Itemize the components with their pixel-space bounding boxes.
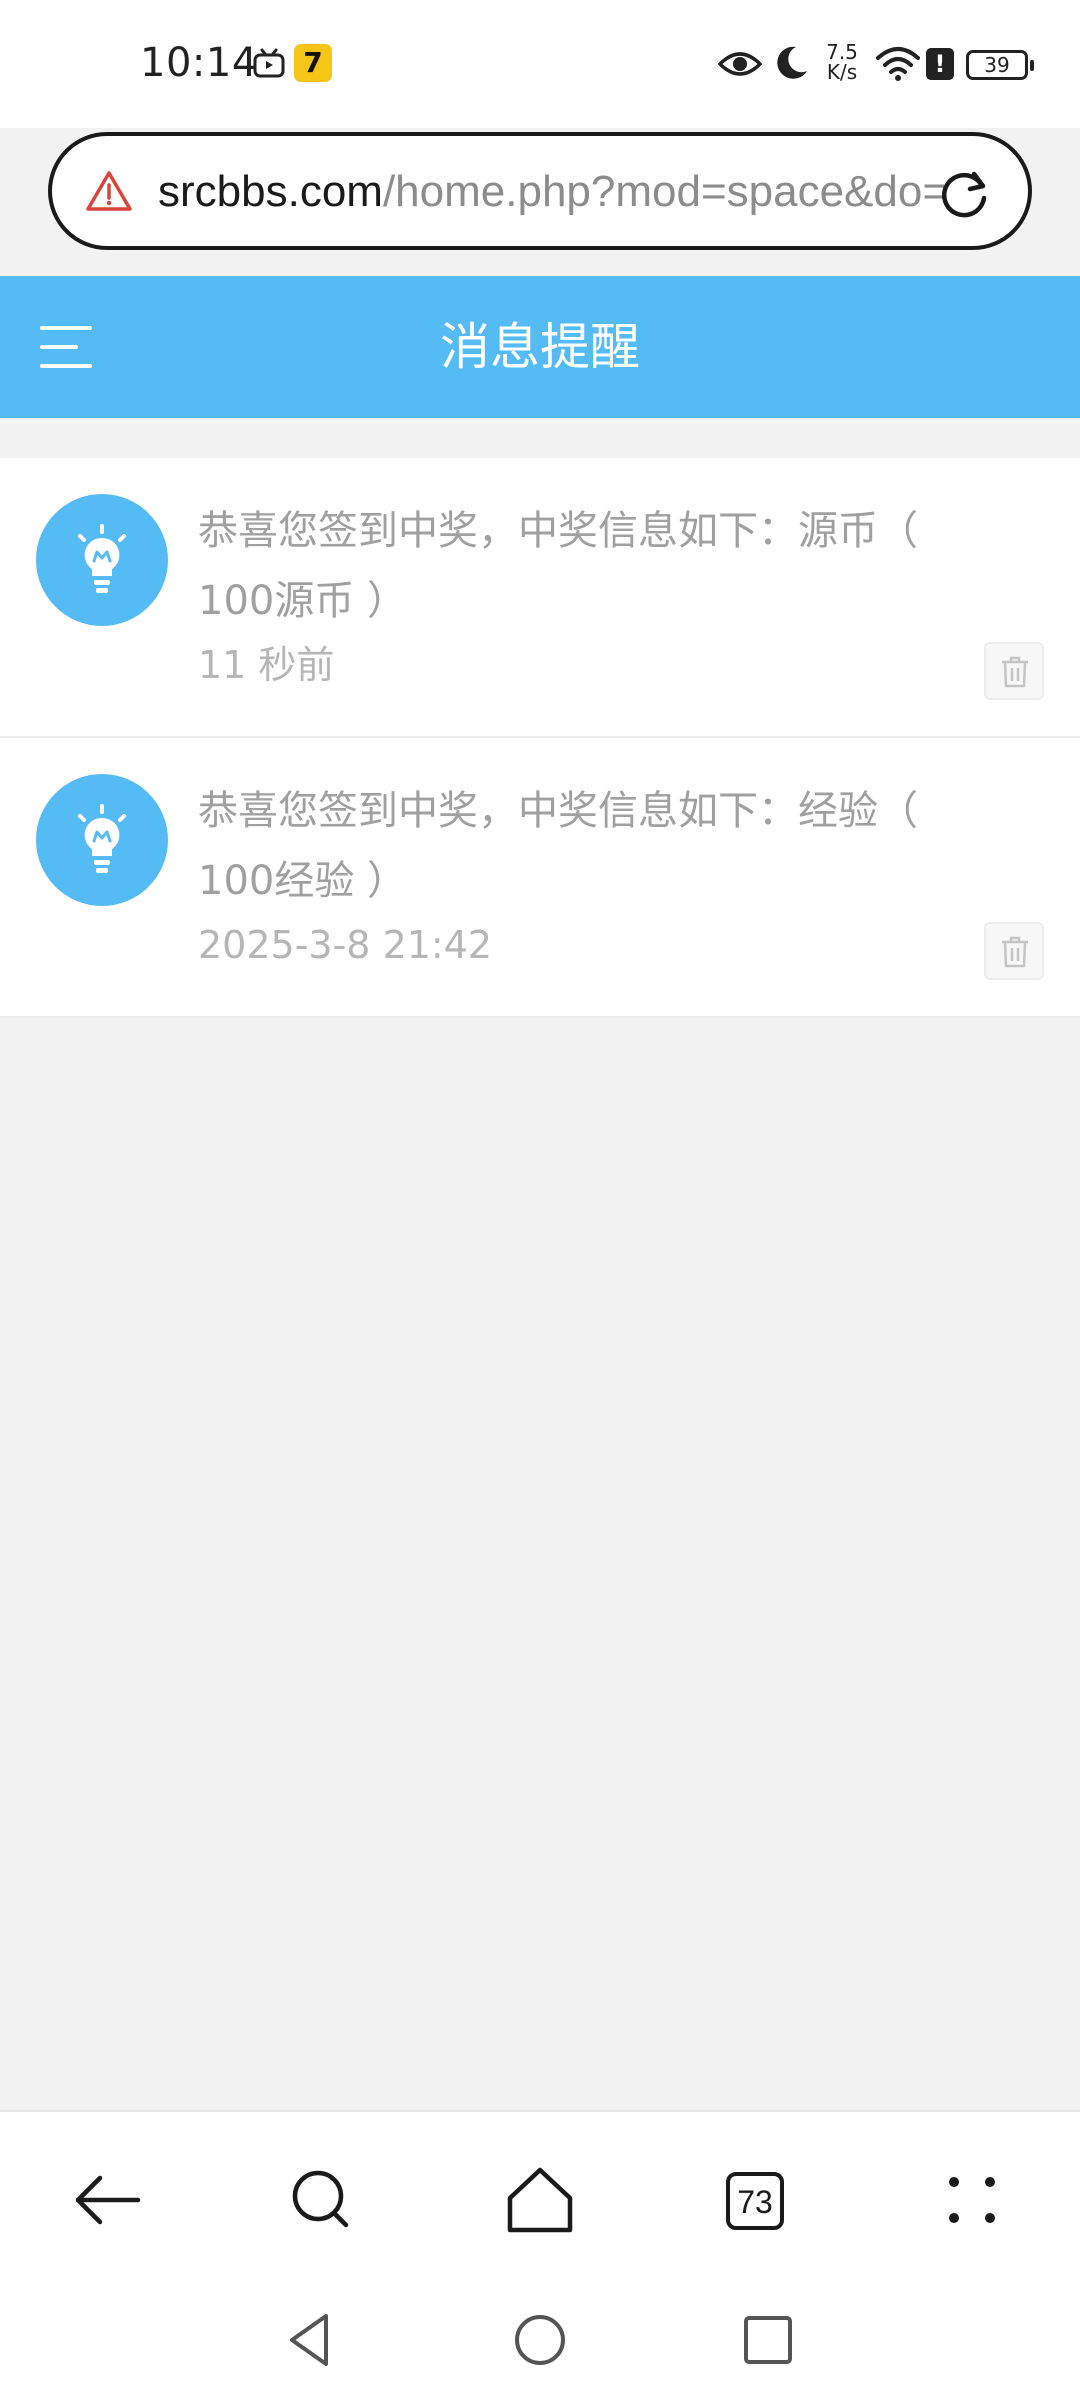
- more-icon: [949, 2177, 995, 2223]
- lightbulb-icon: [78, 524, 126, 593]
- app-header: 消息提醒: [0, 276, 1080, 418]
- square-recents-icon: [744, 2316, 792, 2364]
- url-bar[interactable]: srcbbs.com/home.php?mod=space&do=notice: [48, 132, 1032, 250]
- notice-list: 恭喜您签到中奖，中奖信息如下：源币（ 100源币 ） 11 秒前 恭喜您签到中奖…: [0, 458, 1080, 1018]
- nav-recents-button[interactable]: [738, 2310, 798, 2370]
- eye-icon: [718, 52, 762, 76]
- notice-time: 11 秒前: [198, 643, 335, 687]
- browser-toolbar: 73: [0, 2110, 1080, 2400]
- app-icon: 7: [294, 44, 332, 82]
- notice-avatar: [36, 494, 168, 626]
- page-title: 消息提醒: [440, 318, 640, 376]
- moon-icon: [777, 46, 807, 79]
- net-speed-unit: K/s: [826, 60, 858, 84]
- search-button[interactable]: [282, 2160, 362, 2240]
- notice-item[interactable]: 恭喜您签到中奖，中奖信息如下：源币（ 100源币 ） 11 秒前: [0, 458, 1080, 738]
- trash-icon: [1002, 656, 1028, 688]
- status-bar: 10:14 7 7.5 K/s ! 39: [0, 0, 1080, 128]
- nav-back-button[interactable]: [280, 2310, 340, 2370]
- net-speed: 7.5 K/s: [820, 42, 864, 82]
- tabs-button[interactable]: 73: [726, 2172, 784, 2230]
- home-icon: [507, 2167, 573, 2233]
- notice-time: 2025-3-8 21:42: [198, 923, 493, 967]
- battery-icon: 39: [966, 50, 1034, 80]
- notice-text: 恭喜您签到中奖，中奖信息如下：源币（ 100源币 ）: [198, 508, 918, 624]
- menu-icon[interactable]: [40, 326, 92, 368]
- reload-icon[interactable]: [934, 164, 994, 224]
- home-button[interactable]: [500, 2160, 580, 2240]
- nav-home-button[interactable]: [510, 2310, 570, 2370]
- tv-icon: [253, 48, 285, 78]
- circle-home-icon: [515, 2315, 565, 2365]
- wifi-icon: [876, 47, 920, 81]
- delete-button[interactable]: [984, 642, 1044, 700]
- url-text[interactable]: srcbbs.com/home.php?mod=space&do=notice: [158, 162, 944, 222]
- alert-icon: !: [926, 48, 954, 80]
- delete-button[interactable]: [984, 922, 1044, 980]
- url-path: /home.php?mod=space&do=notice: [382, 167, 944, 216]
- back-button[interactable]: [68, 2160, 148, 2240]
- search-icon: [292, 2170, 349, 2228]
- more-button[interactable]: [932, 2160, 1012, 2240]
- warning-icon[interactable]: [86, 170, 132, 212]
- lightbulb-icon: [78, 804, 126, 873]
- notice-avatar: [36, 774, 168, 906]
- notice-item[interactable]: 恭喜您签到中奖，中奖信息如下：经验（ 100经验 ） 2025-3-8 21:4…: [0, 738, 1080, 1018]
- triangle-back-icon: [290, 2314, 328, 2366]
- notice-text: 恭喜您签到中奖，中奖信息如下：经验（ 100经验 ）: [198, 788, 918, 904]
- trash-icon: [1002, 936, 1028, 968]
- arrow-left-icon: [75, 2175, 141, 2225]
- status-time: 10:14: [140, 40, 258, 86]
- url-host: srcbbs.com: [158, 167, 383, 216]
- net-speed-value: 7.5: [826, 40, 858, 64]
